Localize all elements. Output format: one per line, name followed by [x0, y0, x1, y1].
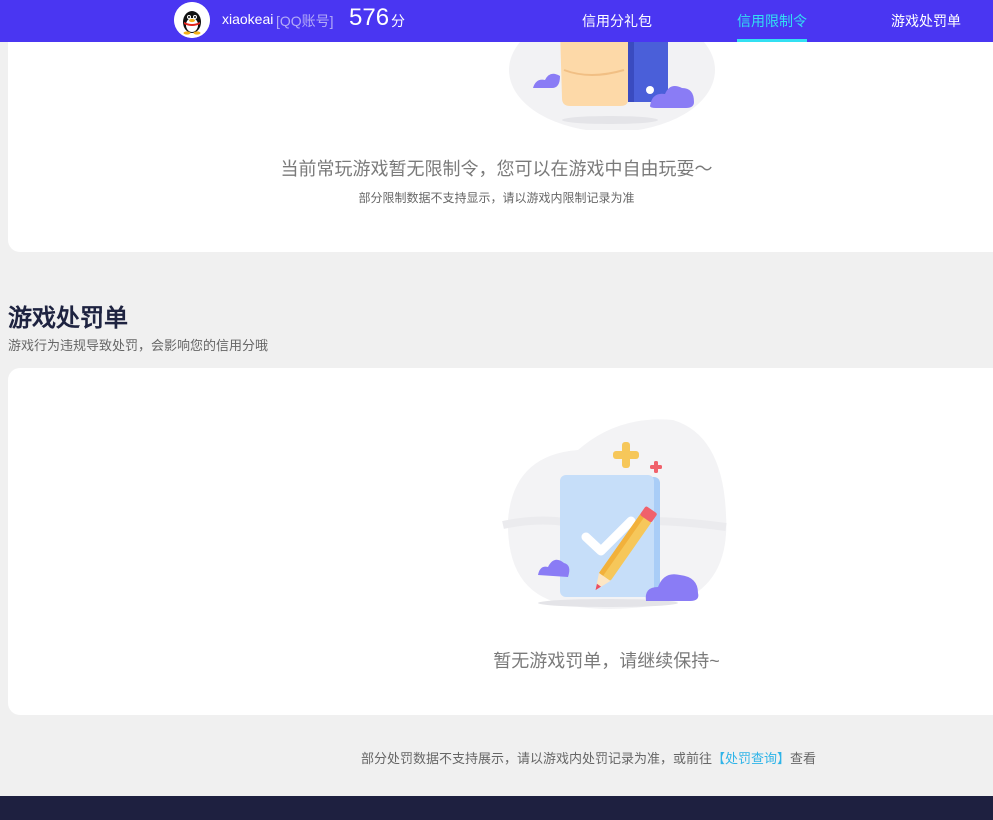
top-navigation-bar: xiaokeai [QQ账号] 576 分 信用分礼包 信用限制令 游戏处罚单: [0, 0, 993, 42]
page-footer-bar: [0, 796, 993, 820]
avatar[interactable]: [174, 2, 210, 38]
section-title: 游戏处罚单: [8, 305, 128, 332]
nav-tab-credit-gift[interactable]: 信用分礼包: [582, 11, 652, 31]
section-subtitle: 游戏行为违规导致处罚，会影响您的信用分哦: [8, 338, 269, 353]
score-unit: 分: [391, 13, 405, 29]
penguin-avatar-icon: [174, 2, 210, 38]
thumbs-up-illustration: [509, 30, 715, 130]
restriction-empty-message: 当前常玩游戏暂无限制令，您可以在游戏中自由玩耍～: [280, 159, 713, 179]
footer-note-text: 部分处罚数据不支持展示，请以游戏内处罚记录为准，或前往: [361, 751, 713, 766]
penalty-query-link[interactable]: 【处罚查询】: [712, 751, 790, 766]
credit-score: 576: [349, 4, 390, 31]
username: xiaokeai: [222, 11, 274, 27]
active-tab-indicator: [737, 39, 807, 42]
penalty-footer-note: 部分处罚数据不支持展示，请以游戏内处罚记录为准，或前往【处罚查询】查看: [361, 748, 816, 767]
footer-note-suffix: 查看: [790, 751, 817, 766]
checklist-pencil-illustration: [502, 419, 727, 609]
account-type-label: [QQ账号]: [276, 13, 334, 29]
penalty-empty-message: 暂无游戏罚单，请继续保持~: [493, 651, 720, 671]
restriction-note: 部分限制数据不支持显示，请以游戏内限制记录为准: [358, 191, 635, 205]
nav-tab-credit-restriction[interactable]: 信用限制令: [737, 11, 807, 31]
nav-tab-game-penalty[interactable]: 游戏处罚单: [891, 11, 961, 31]
